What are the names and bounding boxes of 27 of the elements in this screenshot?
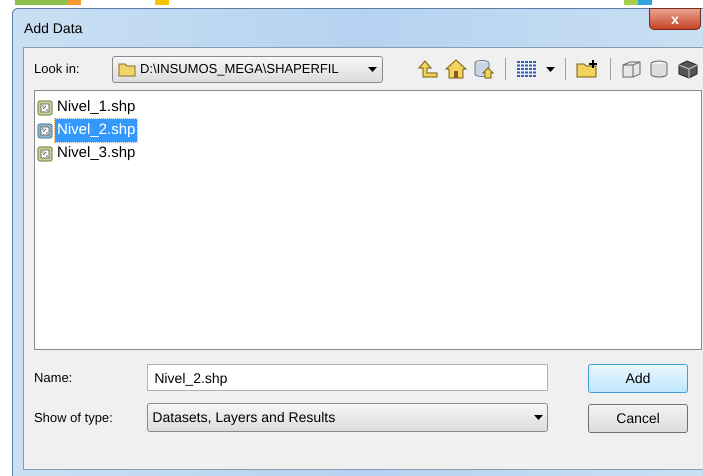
color-strip xyxy=(155,0,169,5)
look-in-label: Look in: xyxy=(34,60,81,78)
name-field[interactable]: Nivel_2.shp xyxy=(147,364,548,391)
close-button[interactable]: x xyxy=(649,8,701,30)
caret-icon xyxy=(368,66,377,72)
type-dropdown[interactable]: Datasets, Layers and Results xyxy=(147,403,548,432)
cancel-button[interactable]: Cancel xyxy=(588,404,688,433)
new-folder-icon[interactable] xyxy=(576,59,600,79)
shapefile-icon xyxy=(37,146,53,162)
caret-icon xyxy=(534,415,543,420)
window-title: Add Data xyxy=(24,18,82,38)
caret-icon xyxy=(546,66,555,72)
add-button[interactable]: Add xyxy=(588,364,688,393)
box-icon[interactable] xyxy=(621,59,643,79)
file-item[interactable]: Nivel_1.shp xyxy=(37,96,138,119)
shapefile-icon xyxy=(37,122,53,138)
name-label: Name: xyxy=(34,368,74,387)
up-arrow-icon[interactable] xyxy=(417,59,439,79)
look-in-dropdown[interactable]: D:\INSUMOS_MEGA\SHAPERFIL xyxy=(112,56,383,82)
database-icon[interactable] xyxy=(473,59,495,79)
folder-icon xyxy=(118,62,136,76)
view-menu-button[interactable] xyxy=(516,60,555,78)
home-icon[interactable] xyxy=(445,59,467,79)
shapefile-icon xyxy=(37,100,53,116)
file-item[interactable]: Nivel_3.shp xyxy=(37,142,138,165)
list-view-icon xyxy=(516,60,538,78)
type-label: Show of type: xyxy=(34,408,114,427)
